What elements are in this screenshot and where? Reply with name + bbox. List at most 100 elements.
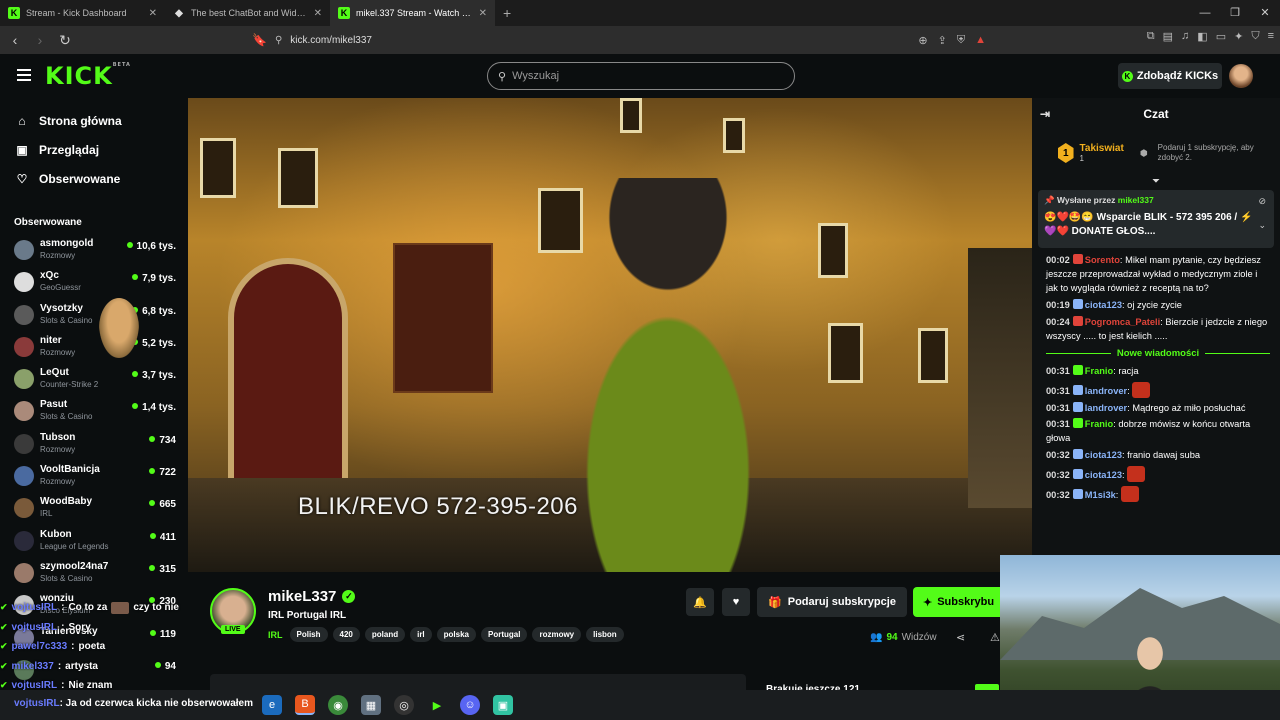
message-user[interactable]: ciota123: [1085, 450, 1122, 460]
close-tab-icon[interactable]: ✕: [314, 8, 322, 19]
category-link[interactable]: IRL: [268, 630, 283, 640]
following-channel[interactable]: WoodBaby IRL 665: [0, 492, 188, 524]
message-user[interactable]: ciota123: [1085, 470, 1122, 480]
share-page-icon[interactable]: ⇪: [938, 34, 947, 47]
tag[interactable]: lisbon: [586, 627, 624, 642]
message-user[interactable]: landrover: [1085, 386, 1127, 396]
message-user[interactable]: M1si3k: [1085, 490, 1116, 500]
channel-viewers: 1,4 tys.: [132, 402, 176, 413]
following-channel[interactable]: szymool24na7 Slots & Casino 315: [0, 557, 188, 589]
following-channel[interactable]: Tubson Rozmowy 734: [0, 428, 188, 460]
nav-following[interactable]: ♡ Obserwowane: [0, 164, 188, 193]
close-window-icon[interactable]: ✕: [1250, 0, 1280, 26]
tag[interactable]: Polish: [289, 627, 328, 642]
gift-sub-button[interactable]: 🎁 Podaruj subskrypcje: [757, 587, 907, 617]
message-time: 00:02: [1046, 255, 1070, 265]
following-channel[interactable]: niter Rozmowy 5,2 tys.: [0, 331, 188, 363]
following-channel[interactable]: Vysotzky Slots & Casino 6,8 tys.: [0, 299, 188, 331]
following-channel[interactable]: asmongold Rozmowy 10,6 tys.: [0, 234, 188, 266]
overlay-text: Sory: [68, 621, 91, 633]
chat-filter-icon[interactable]: ⏷: [1032, 176, 1280, 188]
maximize-icon[interactable]: ❐: [1220, 0, 1250, 26]
reload-icon[interactable]: ↻: [55, 32, 75, 49]
back-icon[interactable]: ‹: [5, 32, 25, 48]
message-user[interactable]: Pogromca_Pateli: [1085, 317, 1160, 327]
edge-icon[interactable]: e: [262, 695, 282, 715]
following-channel[interactable]: VooltBanicja Rozmowy 722: [0, 460, 188, 492]
bookmark-icon[interactable]: 🔖: [252, 33, 267, 47]
video-player[interactable]: BLIK/REVO 572-395-206: [188, 98, 1032, 572]
tag[interactable]: irl: [410, 627, 432, 642]
message-user[interactable]: ciota123: [1085, 300, 1122, 310]
hamburger-menu-icon[interactable]: [17, 69, 31, 81]
tab-title: mikel.337 Stream - Watch Live: [356, 8, 473, 18]
kick-app-icon[interactable]: ▶: [427, 695, 447, 715]
taskbar: vojtusIRL: Ja od czerwca kicka nie obser…: [0, 690, 1280, 720]
gifter-name[interactable]: Takiswiat: [1080, 143, 1124, 154]
close-tab-icon[interactable]: ✕: [479, 8, 487, 19]
following-channel[interactable]: xQc GeoGuessr 7,9 tys.: [0, 266, 188, 298]
following-channel[interactable]: Kubon League of Legends 411: [0, 525, 188, 557]
message-user[interactable]: Franio: [1085, 419, 1113, 429]
browser-tab-3[interactable]: K mikel.337 Stream - Watch Live ✕: [330, 0, 495, 26]
channel-avatar: [14, 466, 34, 487]
media-icon[interactable]: ♫: [1181, 30, 1189, 43]
chrome-icon[interactable]: ◉: [328, 695, 348, 715]
following-channel[interactable]: LeQut Counter-Strike 2 3,7 tys.: [0, 363, 188, 395]
streamer-figure: [548, 178, 788, 572]
tag[interactable]: 420: [332, 627, 360, 642]
nav-home[interactable]: ⌂ Strona główna: [0, 106, 188, 135]
vpn-icon[interactable]: ⛉: [1251, 30, 1259, 43]
brave-rewards-icon[interactable]: ▲: [975, 34, 986, 47]
menu-icon[interactable]: ≡: [1268, 30, 1274, 43]
kick-logo[interactable]: KICKBETA: [45, 62, 131, 90]
screenshot-icon[interactable]: ▤: [1163, 30, 1173, 43]
tag[interactable]: rozmowy: [532, 627, 582, 642]
browser-tab-1[interactable]: K Stream - Kick Dashboard ✕: [0, 0, 165, 26]
message-user[interactable]: Franio: [1085, 366, 1113, 376]
brave-shield-icon[interactable]: ⛨: [957, 34, 965, 47]
message-text: :: [1127, 385, 1130, 396]
nav-browse[interactable]: ▣ Przeglądaj: [0, 135, 188, 164]
close-tab-icon[interactable]: ✕: [149, 8, 157, 19]
hide-pinned-icon[interactable]: ⊘: [1258, 196, 1266, 207]
notification-bell-button[interactable]: 🔔: [686, 588, 714, 616]
pinned-user[interactable]: mikel337: [1118, 195, 1154, 205]
forward-icon[interactable]: ›: [30, 32, 50, 48]
message-text: : racja: [1113, 365, 1139, 376]
browser-tab-2[interactable]: ◆ The best ChatBot and Widgets for Ki ✕: [165, 0, 330, 26]
sidebar-toggle-icon[interactable]: ◧: [1197, 30, 1207, 43]
following-channel[interactable]: Pasut Slots & Casino 1,4 tys.: [0, 395, 188, 427]
files-icon[interactable]: ▦: [361, 695, 381, 715]
zoom-icon[interactable]: ⊕: [918, 34, 927, 47]
viewers-label: Widzów: [901, 632, 937, 643]
url-field[interactable]: 🔖 ⚲ kick.com/mikel337 ⊕ ⇪ ⛨ ▲: [246, 30, 996, 50]
streamer-name[interactable]: mikeL337 ✓: [268, 588, 356, 605]
user-avatar[interactable]: [1229, 64, 1253, 88]
extension-icon[interactable]: ⧉: [1147, 30, 1155, 43]
obs-icon[interactable]: ◎: [394, 695, 414, 715]
expand-pinned-icon[interactable]: ⌄: [1258, 220, 1266, 231]
search-input[interactable]: ⚲ Wyszukaj: [487, 62, 795, 90]
minimize-icon[interactable]: —: [1190, 0, 1220, 26]
leo-icon[interactable]: ✦: [1234, 30, 1243, 43]
message-user[interactable]: Sorento: [1085, 255, 1120, 265]
follow-heart-button[interactable]: ♥: [722, 588, 750, 616]
chat-message: 00:32 ciota123:: [1046, 466, 1270, 483]
site-info-icon[interactable]: ⚲: [275, 35, 282, 46]
stream-info: LIVE mikeL337 ✓ IRL Portugal IRL IRL Pol…: [188, 572, 1008, 690]
share-icon[interactable]: ⋖: [956, 631, 965, 644]
discord-icon[interactable]: ☺: [460, 695, 480, 715]
report-icon[interactable]: ⚠: [990, 631, 1000, 644]
wallet-icon[interactable]: ▭: [1216, 30, 1226, 43]
tag[interactable]: poland: [364, 627, 406, 642]
streamlabs-icon[interactable]: ▣: [493, 695, 513, 715]
tag[interactable]: polska: [436, 627, 476, 642]
subscribe-button[interactable]: ✦ Subskrybu: [913, 587, 1008, 617]
message-user[interactable]: landrover: [1085, 403, 1127, 413]
get-kicks-button[interactable]: K Zdobądź KICKs: [1118, 63, 1222, 89]
collapse-chat-icon[interactable]: ⇥: [1040, 107, 1050, 121]
new-tab-button[interactable]: +: [495, 5, 519, 21]
tag[interactable]: Portugal: [481, 627, 528, 642]
brave-icon[interactable]: B: [295, 695, 315, 715]
